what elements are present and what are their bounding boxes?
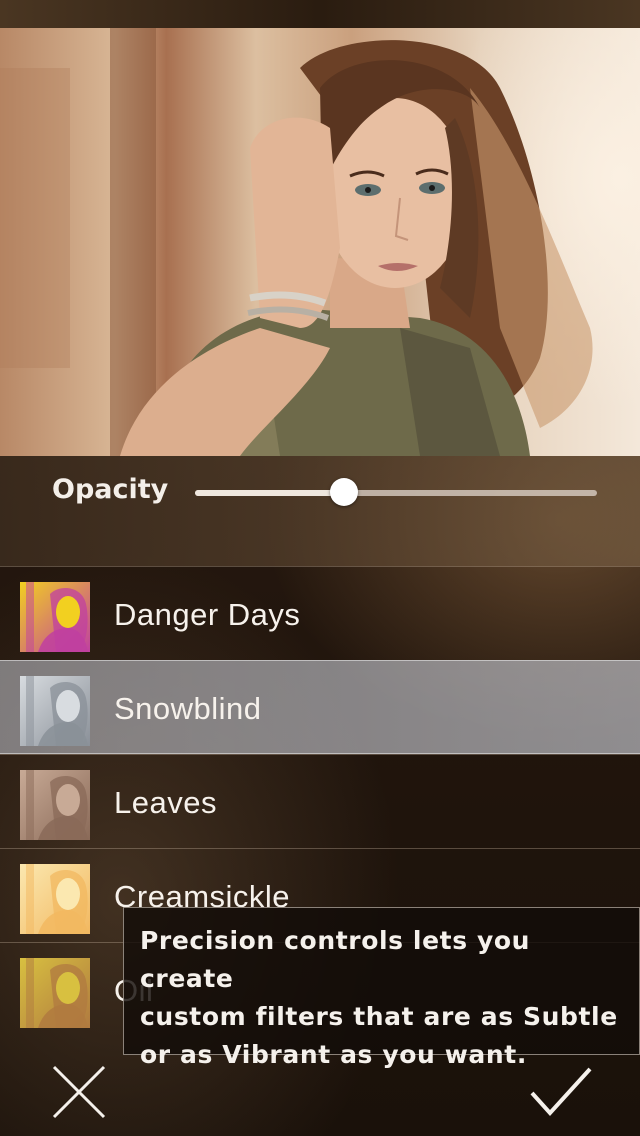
filter-name: Leaves: [114, 785, 217, 820]
filter-thumbnail: [20, 676, 90, 746]
opacity-panel: Opacity: [0, 456, 640, 566]
status-bar-area: [0, 0, 640, 28]
filter-row-leaves[interactable]: Leaves: [0, 754, 640, 848]
filter-name: Snowblind: [114, 691, 262, 726]
tooltip-overlay: Precision controls lets you create custo…: [123, 907, 640, 1069]
portrait-illustration: [0, 28, 593, 456]
filter-editor-screen: Opacity Danger Days Snowblind Leaves Creams…: [0, 0, 640, 1136]
tooltip-line: custom filters that are as Subtle: [140, 1002, 618, 1031]
filter-row-danger-days[interactable]: Danger Days: [0, 566, 640, 660]
confirm-button[interactable]: [528, 1063, 594, 1119]
opacity-slider-track[interactable]: [195, 490, 597, 496]
close-icon: [52, 1065, 106, 1119]
filter-thumbnail: [20, 864, 90, 934]
filter-name: Danger Days: [114, 597, 301, 632]
filter-thumbnail: [20, 582, 90, 652]
bottom-action-bar: [0, 1055, 640, 1136]
filter-thumbnail: [20, 958, 90, 1028]
filter-thumbnail: [20, 770, 90, 840]
checkmark-icon: [530, 1067, 592, 1116]
opacity-slider-fill: [195, 490, 344, 496]
filter-row-snowblind[interactable]: Snowblind: [0, 660, 640, 754]
photo-preview: [0, 28, 640, 456]
opacity-label: Opacity: [52, 474, 169, 505]
cancel-button[interactable]: [48, 1061, 110, 1123]
tooltip-line: Precision controls lets you create: [140, 926, 531, 993]
opacity-slider-thumb[interactable]: [329, 478, 358, 506]
